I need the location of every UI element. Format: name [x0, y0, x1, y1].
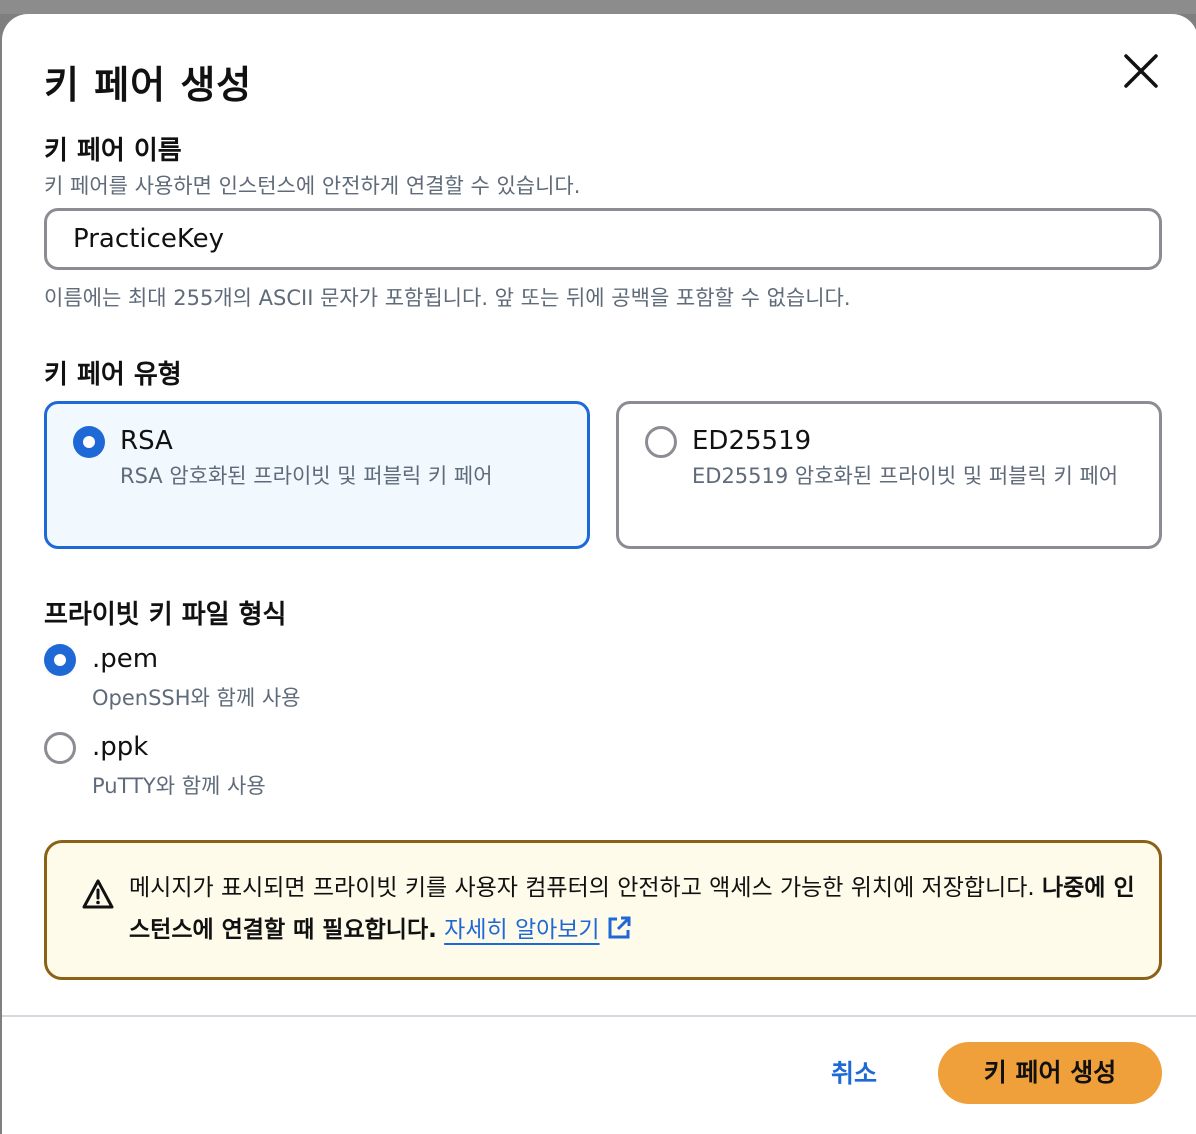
close-icon — [1124, 54, 1158, 88]
rsa-description: RSA 암호화된 프라이빗 및 퍼블릭 키 페어 — [120, 464, 493, 488]
pem-label[interactable]: .pem — [92, 644, 158, 674]
create-key-pair-dialog: 키 페어 생성 키 페어 이름 키 페어를 사용하면 인스턴스에 안전하게 연결… — [2, 14, 1196, 1134]
rsa-title: RSA — [120, 426, 173, 456]
key-name-hint: 이름에는 최대 255개의 ASCII 문자가 포함됩니다. 앞 또는 뒤에 공… — [44, 286, 851, 310]
pem-radio[interactable] — [44, 644, 76, 676]
key-type-option-rsa[interactable]: RSA RSA 암호화된 프라이빗 및 퍼블릭 키 페어 — [44, 401, 590, 549]
backdrop — [0, 0, 1196, 14]
alert-message: 메시지가 표시되면 프라이빗 키를 사용자 컴퓨터의 안전하고 액세스 가능한 … — [129, 867, 1139, 951]
key-name-label: 키 페어 이름 — [44, 136, 182, 166]
dialog-title: 키 페어 생성 — [44, 63, 253, 107]
ed25519-description: ED25519 암호화된 프라이빗 및 퍼블릭 키 페어 — [692, 464, 1119, 488]
warning-alert: 메시지가 표시되면 프라이빗 키를 사용자 컴퓨터의 안전하고 액세스 가능한 … — [44, 840, 1162, 980]
key-name-description: 키 페어를 사용하면 인스턴스에 안전하게 연결할 수 있습니다. — [44, 174, 581, 198]
ppk-radio[interactable] — [44, 732, 76, 764]
ppk-label[interactable]: .ppk — [92, 732, 148, 762]
file-format-label: 프라이빗 키 파일 형식 — [44, 600, 287, 630]
key-name-input[interactable] — [44, 208, 1162, 270]
alert-text: 메시지가 표시되면 프라이빗 키를 사용자 컴퓨터의 안전하고 액세스 가능한 … — [129, 875, 1035, 901]
key-type-option-ed25519[interactable]: ED25519 ED25519 암호화된 프라이빗 및 퍼블릭 키 페어 — [616, 401, 1162, 549]
learn-more-link[interactable]: 자세히 알아보기 — [444, 917, 599, 943]
external-link-icon[interactable] — [606, 915, 632, 941]
pem-description: OpenSSH와 함께 사용 — [92, 686, 301, 710]
ed25519-radio[interactable] — [645, 426, 677, 458]
ed25519-title: ED25519 — [692, 426, 812, 456]
warning-icon — [82, 879, 114, 909]
cancel-button[interactable]: 취소 — [814, 1052, 894, 1096]
rsa-radio[interactable] — [73, 426, 105, 458]
ppk-description: PuTTY와 함께 사용 — [92, 774, 266, 798]
key-type-label: 키 페어 유형 — [44, 360, 182, 390]
footer-divider — [2, 1015, 1196, 1017]
close-button[interactable] — [1122, 52, 1160, 90]
create-key-pair-button[interactable]: 키 페어 생성 — [938, 1042, 1162, 1104]
